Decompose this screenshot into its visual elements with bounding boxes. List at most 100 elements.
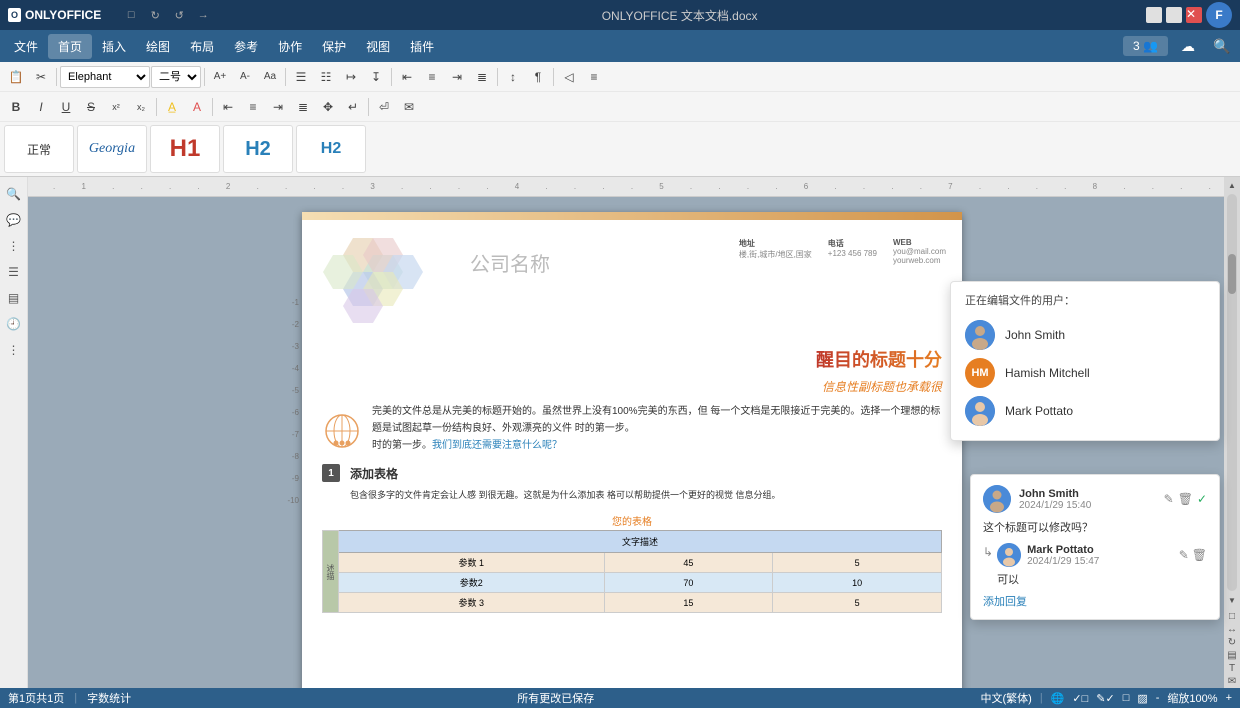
style-h2[interactable]: H2 [223, 125, 293, 173]
style-h2-blue[interactable]: H2 [296, 125, 366, 173]
title-btn-3[interactable]: ↺ [169, 5, 189, 25]
align-center2-btn[interactable]: ≡ [241, 95, 265, 119]
indent2-btn[interactable]: ⏎ [372, 95, 396, 119]
left-tool-list[interactable]: ☰ [3, 261, 25, 283]
style-h1[interactable]: H1 [150, 125, 220, 173]
scroll-down-btn[interactable]: ▼ [1225, 593, 1239, 607]
align-center-btn[interactable]: ≡ [420, 65, 444, 89]
align-left-btn[interactable]: ⇤ [395, 65, 419, 89]
left-tool-comment[interactable]: 💬 [3, 209, 25, 231]
menu-collab[interactable]: 协作 [268, 34, 312, 59]
comment-delete-btn[interactable]: 🗑 [1178, 492, 1193, 506]
rotate-btn[interactable]: ↻ [1228, 637, 1236, 648]
menu-draw[interactable]: 绘图 [136, 34, 180, 59]
font-size-select[interactable]: 二号 [151, 66, 201, 88]
left-tool-table[interactable]: ⋮ [3, 235, 25, 257]
font-decrease-btn[interactable]: A- [233, 65, 257, 89]
clipboard-btn[interactable]: 📋 [4, 65, 28, 89]
subscript-btn[interactable]: x₂ [129, 95, 153, 119]
section1-text: 包含很多字的文件肯定会让人感 到很无趣。这就是为什么添加表 格可以帮助提供一个更… [322, 488, 942, 503]
comment-resolve-btn[interactable]: ✓ [1197, 492, 1207, 506]
title-control-min[interactable] [1146, 7, 1162, 23]
reply-timestamp: 2024/1/29 15:47 [1027, 556, 1099, 567]
menu-plugins[interactable]: 插件 [400, 34, 444, 59]
title-btn-1[interactable]: □ [121, 5, 141, 25]
language-selector[interactable]: 中文(繁体) [980, 690, 1031, 706]
case-btn[interactable]: Aa [258, 65, 282, 89]
font-increase-btn[interactable]: A+ [208, 65, 232, 89]
para-link[interactable]: 我们到底还需要注意什么呢？ [432, 440, 562, 451]
title-btn-4[interactable]: → [193, 5, 213, 25]
font-color-btn[interactable]: A [185, 95, 209, 119]
add-reply-btn[interactable]: 添加回复 [983, 593, 1207, 609]
strikethrough-btn[interactable]: S [79, 95, 103, 119]
chart-btn[interactable]: ▤ [1227, 650, 1236, 661]
menu-reference[interactable]: 参考 [224, 34, 268, 59]
style-georgia[interactable]: Georgia [77, 125, 147, 173]
left-tool-speaker[interactable]: 🕘 [3, 313, 25, 335]
menu-insert[interactable]: 插入 [92, 34, 136, 59]
word-count[interactable]: 字数统计 [87, 690, 131, 706]
font-name-select[interactable]: Elephant [60, 66, 150, 88]
bold-btn[interactable]: B [4, 95, 28, 119]
title-control-max[interactable] [1166, 7, 1182, 23]
profile-avatar[interactable]: F [1206, 2, 1232, 28]
left-tool-more[interactable]: ⋮ [3, 339, 25, 361]
scroll-up-btn[interactable]: ▲ [1225, 178, 1239, 192]
list-unordered-btn[interactable]: ☰ [289, 65, 313, 89]
track-changes-icon[interactable]: ✎✓ [1096, 692, 1114, 705]
highlight-btn[interactable]: A̲ [160, 95, 184, 119]
save-cloud-btn[interactable]: ☁ [1174, 32, 1202, 60]
reply-delete-btn[interactable]: 🗑 [1192, 548, 1207, 562]
list-ordered-btn[interactable]: ☷ [314, 65, 338, 89]
justify2-btn[interactable]: ≣ [291, 95, 315, 119]
zoom-out-btn[interactable]: - [1156, 692, 1160, 704]
reply-edit-btn[interactable]: ✎ [1179, 548, 1189, 562]
menu-view[interactable]: 视图 [356, 34, 400, 59]
text-btn[interactable]: T [1229, 663, 1235, 674]
distribute-btn[interactable]: ✥ [316, 95, 340, 119]
align-right-btn[interactable]: ⇥ [445, 65, 469, 89]
menu-home[interactable]: 首页 [48, 34, 92, 59]
align-right2-btn[interactable]: ⇥ [266, 95, 290, 119]
collab-users-btn[interactable]: 3 👥 [1123, 36, 1168, 56]
indent-btn[interactable]: ↧ [364, 65, 388, 89]
underline-btn[interactable]: U [54, 95, 78, 119]
rtl-btn[interactable]: ↵ [341, 95, 365, 119]
fit-width-btn[interactable]: ↔ [1227, 624, 1237, 635]
page-info: 第1页共1页 [8, 690, 64, 706]
vertical-scrollbar[interactable]: ▲ ▼ □ ↔ ↻ ▤ T ✉ [1224, 177, 1240, 688]
align-left2-btn[interactable]: ⇤ [216, 95, 240, 119]
title-control-close[interactable]: ✕ [1186, 7, 1202, 23]
split-view-btn[interactable]: ▨ [1137, 692, 1147, 705]
eraser-btn[interactable]: ◁ [557, 65, 581, 89]
menu-layout[interactable]: 布局 [180, 34, 224, 59]
user-name-2: Hamish Mitchell [1005, 366, 1090, 380]
outdent-btn[interactable]: ↦ [339, 65, 363, 89]
paragraph-mark-btn[interactable]: ¶ [526, 65, 550, 89]
left-tool-search[interactable]: 🔍 [3, 183, 25, 205]
reply-actions: ✎ 🗑 [1179, 548, 1207, 562]
zoom-in-btn[interactable]: + [1226, 692, 1232, 704]
fit-page-btn[interactable]: □ [1229, 611, 1235, 622]
justify-btn[interactable]: ≣ [470, 65, 494, 89]
menu-protect[interactable]: 保护 [312, 34, 356, 59]
italic-btn[interactable]: I [29, 95, 53, 119]
search-btn[interactable]: 🔍 [1208, 32, 1236, 60]
superscript-btn[interactable]: x² [104, 95, 128, 119]
mail2-btn[interactable]: ✉ [1228, 676, 1236, 687]
spell-check-icon[interactable]: ✓□ [1072, 692, 1088, 705]
cut-btn[interactable]: ✂ [29, 65, 53, 89]
menu-file[interactable]: 文件 [4, 34, 48, 59]
fit-screen-btn[interactable]: □ [1123, 692, 1130, 704]
style-normal[interactable]: 正常 [4, 125, 74, 173]
title-btn-2[interactable]: ↻ [145, 5, 165, 25]
left-tool-align[interactable]: ▤ [3, 287, 25, 309]
reply-author-name: Mark Pottato [1027, 544, 1099, 556]
doc-subtitle: 信息性副标题也承载很 [322, 378, 942, 395]
mail-btn[interactable]: ✉ [397, 95, 421, 119]
scroll-track[interactable] [1227, 194, 1237, 591]
more-btn[interactable]: ≡ [582, 65, 606, 89]
line-spacing-btn[interactable]: ↕ [501, 65, 525, 89]
comment-edit-btn[interactable]: ✎ [1164, 492, 1174, 506]
